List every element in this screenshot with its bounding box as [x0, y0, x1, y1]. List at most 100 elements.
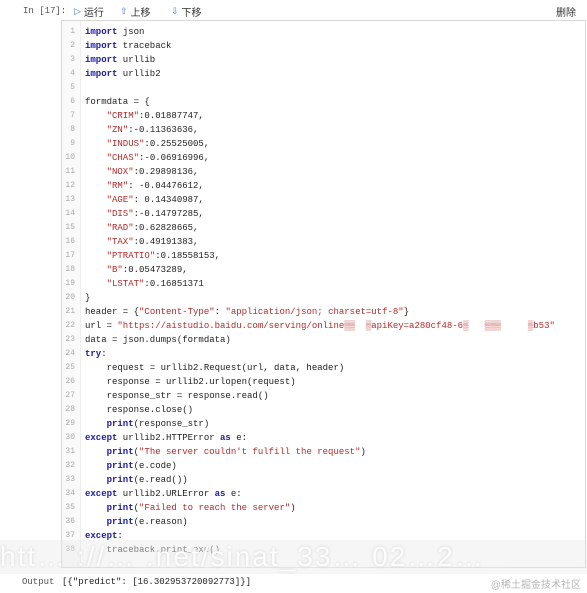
code-line: 13 "AGE": 0.14340987, — [62, 193, 585, 207]
code-text: print("The server couldn't fulfill the r… — [106, 447, 366, 457]
code-text: "PTRATIO":0.18558153, — [106, 251, 221, 261]
code-text: except urllib2.URLError as e: — [85, 489, 242, 499]
code-text: "DIS":-0.14797285, — [106, 209, 204, 219]
code-text: "CRIM":0.01887747, — [106, 111, 204, 121]
line-number: 12 — [65, 181, 75, 190]
code-line: 16 "TAX":0.49191383, — [62, 235, 585, 249]
move-down-button[interactable]: ⇩ 下移 — [171, 4, 202, 19]
code-text: import urllib2 — [85, 69, 161, 79]
code-line: 3 import urllib — [62, 53, 585, 67]
code-text: response_str = response.read() — [85, 391, 269, 401]
line-number: 9 — [70, 139, 75, 148]
line-number: 27 — [65, 391, 75, 400]
code-text: except urllib2.HTTPError as e: — [85, 433, 248, 443]
code-line: 1 import json — [62, 25, 585, 39]
move-down-label: 下移 — [181, 8, 202, 19]
cell-toolbar: In [17]: ▷ 运行 ⇧ 上移 ⇩ 下移 删除 — [0, 0, 587, 22]
code-line: 31 print("The server couldn't fulfill th… — [62, 445, 585, 459]
code-line: 2 import traceback — [62, 39, 585, 53]
code-text: import traceback — [85, 41, 172, 51]
line-number: 6 — [70, 97, 75, 106]
code-text: request = urllib2.Request(url, data, hea… — [85, 363, 345, 373]
code-lines: 1 import json 2 import traceback 3 import url… — [62, 25, 585, 557]
code-line: 28 response.close() — [62, 403, 585, 417]
run-button[interactable]: ▷ 运行 — [74, 4, 104, 19]
code-editor[interactable]: 1 import json 2 import traceback 3 import url… — [61, 20, 586, 568]
line-number: 32 — [65, 461, 75, 470]
line-number: 29 — [65, 419, 75, 428]
code-line: 5 — [62, 81, 585, 95]
code-text: "RM": -0.04476612, — [106, 181, 204, 191]
line-number: 25 — [65, 363, 75, 372]
code-line: 26 response = urllib2.urlopen(request) — [62, 375, 585, 389]
code-line: 18 "B":0.05473289, — [62, 263, 585, 277]
line-number: 26 — [65, 377, 75, 386]
code-line: 25 request = urllib2.Request(url, data, … — [62, 361, 585, 375]
code-line: 32 print(e.code) — [62, 459, 585, 473]
line-number: 38 — [65, 545, 75, 554]
code-line: 10 "CHAS":-0.06916996, — [62, 151, 585, 165]
output-text: [{"predict": [16.302953720092773]}] — [62, 577, 252, 587]
code-text: } — [85, 293, 91, 303]
code-text: try: — [85, 349, 107, 359]
line-number: 33 — [65, 475, 75, 484]
move-up-label: 上移 — [130, 8, 151, 19]
code-text: "ZN":-0.11363636, — [106, 125, 199, 135]
code-line: 21 header = {"Content-Type": "application… — [62, 305, 585, 319]
arrow-up-icon: ⇧ — [120, 6, 128, 16]
code-line: 17 "PTRATIO":0.18558153, — [62, 249, 585, 263]
code-text: print(response_str) — [106, 419, 210, 429]
code-line: 34 except urllib2.URLError as e: — [62, 487, 585, 501]
code-text: print(e.code) — [106, 461, 177, 471]
code-text: except: — [85, 531, 123, 541]
move-up-button[interactable]: ⇧ 上移 — [120, 4, 151, 19]
line-number: 30 — [65, 433, 75, 442]
code-line: 19 "LSTAT":0.16851371 — [62, 277, 585, 291]
code-line: 11 "NOX":0.29898136, — [62, 165, 585, 179]
code-text: "TAX":0.49191383, — [106, 237, 199, 247]
code-line: 20} — [62, 291, 585, 305]
run-label: 运行 — [83, 8, 104, 19]
output-area: Output [{"predict": [16.302953720092773]… — [0, 574, 587, 593]
code-text: "AGE": 0.14340987, — [106, 195, 204, 205]
delete-button[interactable]: 删除 — [556, 4, 576, 19]
code-text: print("Failed to reach the server") — [106, 503, 296, 513]
code-line: 24 try: — [62, 347, 585, 361]
code-text: "LSTAT":0.16851371 — [106, 279, 204, 289]
line-number: 15 — [65, 223, 75, 232]
line-number: 4 — [70, 69, 75, 78]
line-number: 18 — [65, 265, 75, 274]
line-number: 28 — [65, 405, 75, 414]
line-number: 37 — [65, 531, 75, 540]
code-line: 37 except: — [62, 529, 585, 543]
line-number: 16 — [65, 237, 75, 246]
code-line: 12 "RM": -0.04476612, — [62, 179, 585, 193]
code-line: 8 "ZN":-0.11363636, — [62, 123, 585, 137]
code-text: response = urllib2.urlopen(request) — [85, 377, 296, 387]
code-text: url = "https://aistudio.baidu.com/servin… — [85, 321, 555, 331]
arrow-down-icon: ⇩ — [171, 6, 179, 16]
code-text: "B":0.05473289, — [106, 265, 188, 275]
code-text: formdata = { — [85, 97, 150, 107]
line-number: 19 — [65, 279, 75, 288]
line-number: 34 — [65, 489, 75, 498]
code-line: 36 print(e.reason) — [62, 515, 585, 529]
site-watermark: @稀土掘金技术社区 — [490, 580, 581, 591]
line-number: 23 — [65, 335, 75, 344]
line-number: 36 — [65, 517, 75, 526]
line-number: 35 — [65, 503, 75, 512]
line-number: 31 — [65, 447, 75, 456]
line-number: 24 — [65, 349, 75, 358]
line-number: 17 — [65, 251, 75, 260]
code-text: header = {"Content-Type": "application/j… — [85, 307, 410, 317]
output-label: Output — [22, 577, 55, 587]
code-line: 14 "DIS":-0.14797285, — [62, 207, 585, 221]
code-line: 29 print(response_str) — [62, 417, 585, 431]
input-prompt: In [17]: — [23, 6, 67, 16]
code-line: 9 "INDUS":0.25525005, — [62, 137, 585, 151]
code-text: "INDUS":0.25525005, — [106, 139, 210, 149]
line-number: 8 — [70, 125, 75, 134]
code-text: "NOX":0.29898136, — [106, 167, 199, 177]
code-line: 6 formdata = { — [62, 95, 585, 109]
line-number: 7 — [70, 111, 75, 120]
